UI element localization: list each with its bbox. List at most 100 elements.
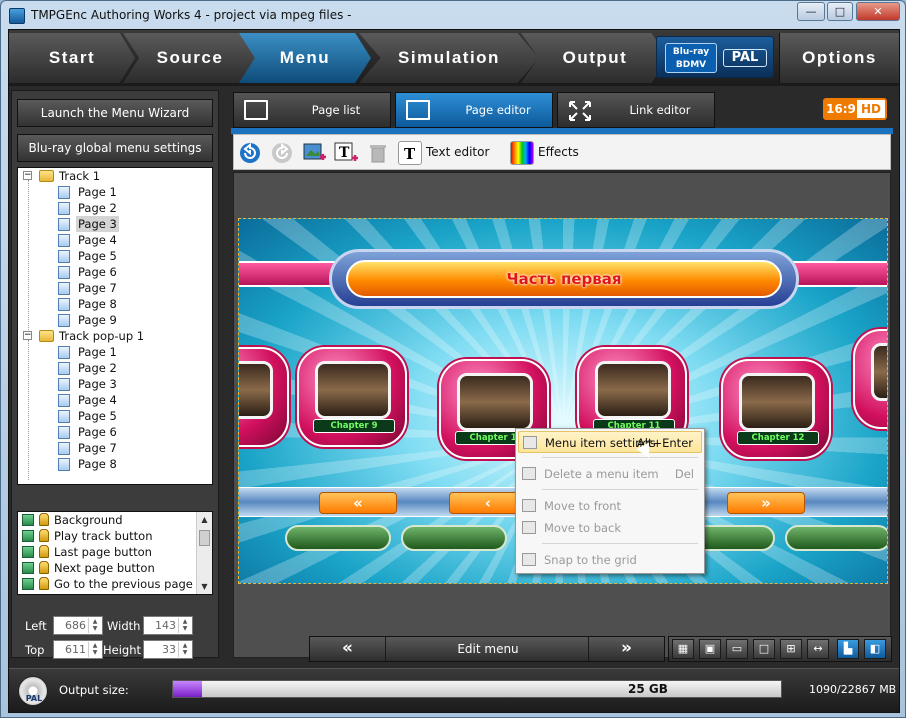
tab-link-editor[interactable]: Link editor bbox=[557, 92, 715, 128]
text-editor-icon[interactable]: T bbox=[398, 141, 422, 165]
menu-button[interactable] bbox=[285, 525, 391, 551]
tree-page[interactable]: Page 7 bbox=[18, 440, 212, 456]
align-icon[interactable]: ▙ bbox=[837, 639, 859, 659]
close-button[interactable]: ✕ bbox=[856, 2, 900, 21]
layer-icon bbox=[22, 562, 34, 574]
spinner-icon[interactable]: ▲ ▼ bbox=[178, 642, 191, 657]
page-icon bbox=[58, 298, 70, 311]
frame-icon[interactable]: □ bbox=[753, 639, 775, 659]
settings-icon bbox=[523, 436, 537, 449]
menu-item-move-back[interactable]: Move to back bbox=[518, 517, 702, 539]
chapter-thumbnail[interactable]: Chapter 9 bbox=[297, 347, 407, 447]
lock-icon[interactable] bbox=[39, 561, 49, 574]
nav-source[interactable]: Source bbox=[123, 33, 257, 83]
maximize-button[interactable]: □ bbox=[827, 2, 853, 21]
add-text-icon[interactable]: T bbox=[334, 141, 358, 165]
tree-page[interactable]: Page 3 bbox=[18, 376, 212, 392]
safe-area-icon[interactable]: ▣ bbox=[699, 639, 721, 659]
launch-menu-wizard-button[interactable]: Launch the Menu Wizard bbox=[17, 99, 213, 127]
tree-page[interactable]: Page 2 bbox=[18, 360, 212, 376]
delete-icon[interactable] bbox=[366, 141, 390, 165]
menu-item-snap-grid[interactable]: Snap to the grid bbox=[518, 549, 702, 571]
tree-page[interactable]: Page 5 bbox=[18, 248, 212, 264]
layer-item[interactable]: Play track button bbox=[18, 528, 212, 544]
nav-start[interactable]: Start bbox=[9, 33, 135, 83]
tree-track[interactable]: − Track 1 bbox=[18, 168, 212, 184]
layer-item[interactable]: Background bbox=[18, 512, 212, 528]
spinner-icon[interactable]: ▲ ▼ bbox=[88, 642, 101, 657]
layer-item[interactable]: Last page button bbox=[18, 544, 212, 560]
layer-list-scrollbar[interactable]: ▲ ▼ bbox=[196, 512, 212, 594]
tab-page-editor[interactable]: Page editor bbox=[395, 92, 553, 128]
menu-item-move-front[interactable]: Move to front bbox=[518, 495, 702, 517]
tree-page[interactable]: Page 1 bbox=[18, 184, 212, 200]
next-page-arrow[interactable]: » bbox=[588, 637, 664, 661]
add-image-icon[interactable] bbox=[302, 141, 326, 165]
split-icon[interactable]: ⊞ bbox=[780, 639, 802, 659]
tree-page[interactable]: Page 4 bbox=[18, 232, 212, 248]
tree-page[interactable]: Page 8 bbox=[18, 296, 212, 312]
send-back-icon bbox=[522, 521, 536, 534]
tree-page[interactable]: Page 8 bbox=[18, 456, 212, 472]
tree-page[interactable]: Page 3 bbox=[18, 216, 212, 232]
menu-separator bbox=[542, 457, 698, 458]
lock-icon[interactable] bbox=[39, 513, 49, 526]
height-field[interactable]: 33 ▲ ▼ bbox=[143, 640, 193, 659]
top-field[interactable]: 611 ▲ ▼ bbox=[53, 640, 103, 659]
menu-button[interactable] bbox=[401, 525, 507, 551]
tree-page[interactable]: Page 2 bbox=[18, 200, 212, 216]
title-banner[interactable]: Часть первая bbox=[329, 249, 799, 309]
tree-page[interactable]: Page 7 bbox=[18, 280, 212, 296]
collapse-icon[interactable]: − bbox=[23, 331, 32, 340]
undo-icon[interactable] bbox=[238, 141, 262, 165]
left-field[interactable]: 686 ▲ ▼ bbox=[53, 616, 103, 635]
minimize-button[interactable]: — bbox=[797, 2, 825, 21]
tab-page-list[interactable]: Page list bbox=[233, 92, 391, 128]
chapter-thumbnail[interactable]: Chapter 12 bbox=[721, 359, 831, 459]
effects-label[interactable]: Effects bbox=[538, 145, 579, 159]
lock-icon[interactable] bbox=[39, 529, 49, 542]
width-field[interactable]: 143 ▲ ▼ bbox=[143, 616, 193, 635]
nav-simulation[interactable]: Simulation bbox=[359, 33, 539, 83]
fit-width-icon[interactable]: ↔ bbox=[807, 639, 829, 659]
effects-icon[interactable] bbox=[510, 141, 534, 165]
redo-icon[interactable] bbox=[270, 141, 294, 165]
scroll-down-icon[interactable]: ▼ bbox=[197, 579, 212, 594]
format-indicator[interactable]: Blu-ray BDMV PAL bbox=[656, 36, 774, 78]
menu-item-delete[interactable]: Delete a menu item Del bbox=[518, 463, 702, 485]
nav-menu[interactable]: Menu bbox=[239, 33, 371, 83]
tree-track[interactable]: − Track pop-up 1 bbox=[18, 328, 212, 344]
menu-button[interactable] bbox=[785, 525, 887, 551]
edit-menu-label[interactable]: Edit menu bbox=[388, 637, 588, 661]
aspect-ratio-badge[interactable]: 16:9 HD bbox=[823, 98, 887, 120]
previous-page-arrow[interactable]: « bbox=[310, 637, 386, 661]
text-editor-label[interactable]: Text editor bbox=[426, 145, 489, 159]
global-menu-settings-button[interactable]: Blu-ray global menu settings bbox=[17, 134, 213, 162]
tree-page[interactable]: Page 9 bbox=[18, 312, 212, 328]
collapse-icon[interactable]: − bbox=[23, 171, 32, 180]
tree-page[interactable]: Page 6 bbox=[18, 424, 212, 440]
first-page-button[interactable]: « bbox=[319, 492, 397, 514]
tree-page[interactable]: Page 4 bbox=[18, 392, 212, 408]
page-icon bbox=[58, 410, 70, 423]
lock-icon[interactable] bbox=[39, 545, 49, 558]
editor-toolbar: T T Text editor Effects bbox=[233, 134, 891, 170]
tv-icon[interactable]: ▭ bbox=[726, 639, 748, 659]
layers-icon[interactable]: ◧ bbox=[864, 639, 886, 659]
next-page-button[interactable]: » bbox=[727, 492, 805, 514]
layer-item[interactable]: Next page button bbox=[18, 560, 212, 576]
bring-front-icon bbox=[522, 499, 536, 512]
tree-page[interactable]: Page 1 bbox=[18, 344, 212, 360]
tree-page[interactable]: Page 5 bbox=[18, 408, 212, 424]
spinner-icon[interactable]: ▲ ▼ bbox=[88, 618, 101, 633]
nav-options[interactable]: Options bbox=[779, 33, 899, 83]
tree-page[interactable]: Page 6 bbox=[18, 264, 212, 280]
spinner-icon[interactable]: ▲ ▼ bbox=[178, 618, 191, 633]
layer-item[interactable]: Go to the previous page button bbox=[18, 576, 212, 592]
scroll-up-icon[interactable]: ▲ bbox=[197, 512, 212, 527]
grid-icon[interactable]: ▦ bbox=[672, 639, 694, 659]
nav-output[interactable]: Output bbox=[521, 33, 669, 83]
menu-item-settings[interactable]: Menu item settings Alt+Enter bbox=[518, 431, 702, 453]
lock-icon[interactable] bbox=[39, 577, 49, 590]
scroll-thumb[interactable] bbox=[199, 530, 210, 546]
